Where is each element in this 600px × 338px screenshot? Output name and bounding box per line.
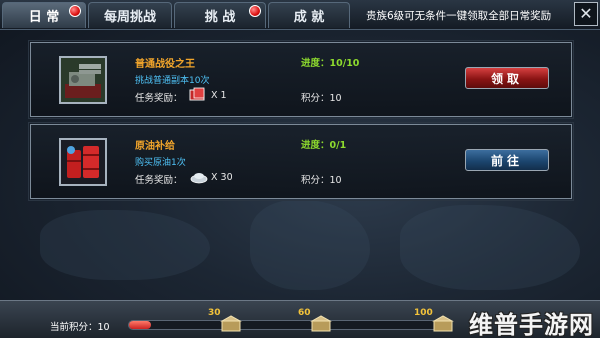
task-reward-label: 任务奖励： [135, 175, 183, 186]
points-progress-fill [129, 321, 151, 329]
points-progress-track [128, 320, 438, 330]
tab-label: 每周挑战 [103, 10, 156, 25]
tab-label: 日 常 [28, 10, 60, 25]
tab-daily[interactable]: 日 常 [2, 2, 86, 28]
task-icon-frame [59, 138, 107, 186]
task-name: 普通战役之王 [135, 59, 195, 70]
top-tab-bar: 日 常 每周挑战 挑 战 成 就 贵族6级可无条件一键领取全部日常奖励 ✕ [0, 0, 600, 30]
task-card: 普通战役之王 挑战普通副本10次 任务奖励： X 1 进度：10/10 积分：1… [28, 40, 574, 119]
task-icon-frame [59, 56, 107, 104]
close-icon: ✕ [579, 4, 593, 23]
notification-dot-icon [69, 5, 81, 17]
task-description: 购买原油1次 [135, 158, 186, 168]
tab-achievement[interactable]: 成 就 [268, 2, 350, 28]
task-progress: 进度：10/10 [301, 58, 360, 69]
tab-weekly-challenge[interactable]: 每周挑战 [88, 2, 172, 28]
map-background [250, 200, 370, 290]
task-description: 挑战普通副本10次 [135, 76, 210, 86]
go-button[interactable]: 前往 [465, 149, 549, 171]
map-background [400, 205, 580, 290]
reward-chest-icon[interactable] [310, 315, 332, 333]
task-reward-count: X 30 [211, 172, 233, 183]
task-name: 原油补给 [135, 141, 175, 152]
task-card: 原油补给 购买原油1次 任务奖励： X 30 进度：0/1 积分：10 前往 [28, 122, 574, 201]
map-background [40, 210, 210, 280]
silver-ingot-icon [190, 173, 208, 184]
tab-label: 挑 战 [204, 10, 236, 25]
tank-turret-icon [61, 58, 105, 102]
current-points-label: 当前积分：10 [50, 322, 110, 333]
task-points: 积分：10 [301, 93, 342, 104]
reward-chest-icon[interactable] [432, 315, 454, 333]
close-button[interactable]: ✕ [574, 2, 598, 26]
tab-challenge[interactable]: 挑 战 [174, 2, 266, 28]
noble-notice-text: 贵族6级可无条件一键领取全部日常奖励 [366, 10, 552, 22]
oil-barrel-icon [61, 140, 105, 184]
tab-label: 成 就 [293, 10, 325, 25]
milestone-label: 100 [414, 308, 433, 318]
notification-dot-icon [249, 5, 261, 17]
claim-button[interactable]: 领取 [465, 67, 549, 89]
ticket-icon [189, 87, 205, 101]
task-reward-label: 任务奖励： [135, 93, 183, 104]
milestone-label: 60 [298, 308, 311, 318]
task-points: 积分：10 [301, 175, 342, 186]
task-progress: 进度：0/1 [301, 140, 347, 151]
milestone-label: 30 [208, 308, 221, 318]
watermark: 维普手游网 [469, 311, 594, 338]
reward-chest-icon[interactable] [220, 315, 242, 333]
task-reward-count: X 1 [211, 90, 227, 101]
